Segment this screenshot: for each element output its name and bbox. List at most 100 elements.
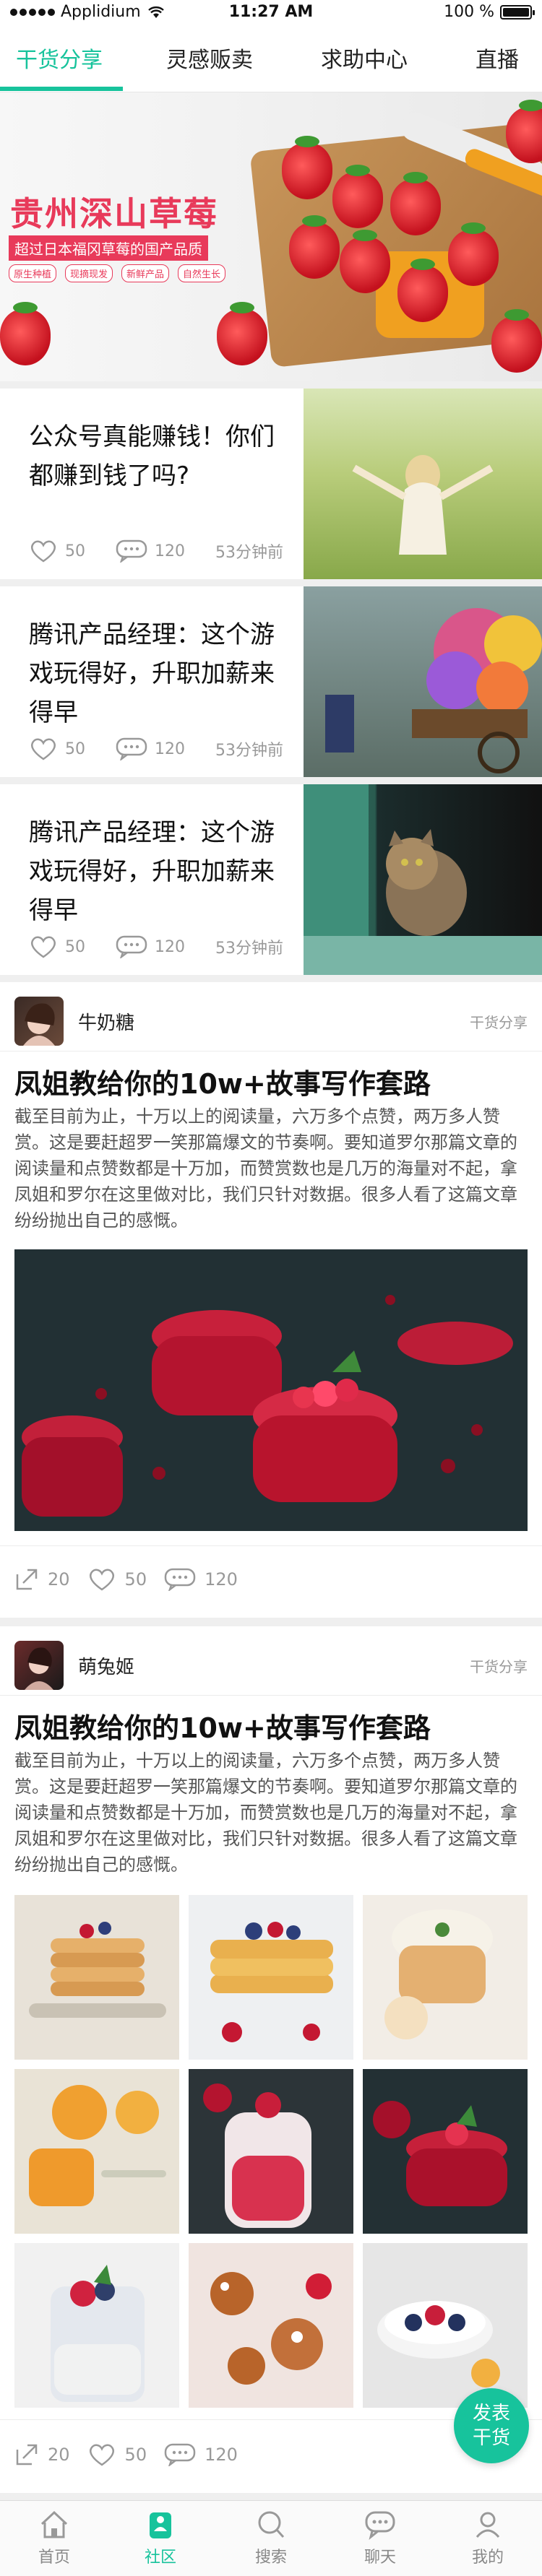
tabbar-label: 社区 <box>144 2549 176 2567</box>
grid-image[interactable] <box>14 2069 179 2234</box>
heart-icon[interactable] <box>29 737 58 761</box>
active-tab-indicator <box>0 87 123 91</box>
tabbar-label: 聊天 <box>364 2549 396 2567</box>
tabbar-me[interactable]: 我的 <box>444 2508 531 2567</box>
tabbar-home[interactable]: 首页 <box>11 2508 98 2567</box>
tab-ganhuo[interactable]: 干货分享 <box>16 42 103 74</box>
news-thumbnail <box>304 784 542 975</box>
like-count: 50 <box>65 740 85 758</box>
chat-icon <box>365 2511 395 2540</box>
news-title: 公众号真能赚钱！你们都赚到钱了吗? <box>29 422 275 490</box>
banner-subtitle: 超过日本福冈草莓的国产品质 <box>9 235 208 261</box>
post-image[interactable] <box>14 1249 528 1531</box>
fab-line-2: 干货 <box>472 2427 510 2449</box>
strawberry-graphic <box>397 259 448 322</box>
grid-image[interactable] <box>363 1895 528 2060</box>
grid-image[interactable] <box>189 1895 353 2060</box>
promo-banner[interactable]: 贵州深山草莓 超过日本福冈草莓的国产品质 原生种植 现摘现发 新鲜产品 自然生长 <box>0 92 542 381</box>
comment-count: 120 <box>155 740 185 758</box>
tabbar-label: 搜索 <box>254 2549 287 2567</box>
like-count: 50 <box>65 542 85 560</box>
comment-count: 120 <box>155 542 185 560</box>
top-tabs: 干货分享 灵感贩卖 求助中心 直播 <box>0 26 542 92</box>
news-item[interactable]: 腾讯产品经理：这个游戏玩得好，升职加薪来得早 50 120 53分钟前 <box>0 784 542 975</box>
news-time: 53分钟前 <box>215 742 283 760</box>
share-icon[interactable] <box>14 1567 39 1592</box>
grid-image[interactable] <box>189 2243 353 2408</box>
avatar[interactable] <box>14 1641 64 1690</box>
comment-icon[interactable] <box>116 539 147 563</box>
home-icon <box>40 2510 68 2538</box>
heart-icon[interactable] <box>87 2442 116 2467</box>
news-meta: 50 120 53分钟前 <box>29 934 283 959</box>
news-thumbnail <box>304 389 542 579</box>
share-count: 20 <box>48 2445 70 2465</box>
tab-linggan[interactable]: 灵感贩卖 <box>166 42 253 74</box>
banner-chip: 新鲜产品 <box>121 264 170 282</box>
news-time: 53分钟前 <box>215 544 283 562</box>
post-actions: 20 50 120 <box>14 2442 238 2467</box>
divider <box>0 1545 542 1546</box>
comment-count: 120 <box>205 1569 238 1590</box>
comment-icon[interactable] <box>164 1568 196 1591</box>
news-title: 腾讯产品经理：这个游戏玩得好，升职加薪来得早 <box>29 620 275 727</box>
tab-zhibo[interactable]: 直播 <box>476 42 519 74</box>
banner-chip: 自然生长 <box>178 264 226 282</box>
avatar[interactable] <box>14 997 64 1046</box>
news-item[interactable]: 公众号真能赚钱！你们都赚到钱了吗? 50 120 53分钟前 <box>0 389 542 579</box>
post-header: 牛奶糖 干货分享 <box>0 982 542 1051</box>
tabbar-community[interactable]: 社区 <box>117 2508 204 2567</box>
strawberry-graphic <box>0 302 51 365</box>
grid-image[interactable] <box>14 1895 179 2060</box>
strawberry-graphic <box>289 215 340 279</box>
banner-chip: 现摘现发 <box>65 264 113 282</box>
grid-image[interactable] <box>189 2069 353 2234</box>
news-title: 腾讯产品经理：这个游戏玩得好，升职加薪来得早 <box>29 818 275 925</box>
strawberry-graphic <box>491 309 542 373</box>
strawberry-graphic <box>332 165 383 228</box>
post-new-fab[interactable]: 发表 干货 <box>454 2388 529 2463</box>
post-image-grid <box>14 1895 528 2408</box>
strawberry-graphic <box>448 222 499 286</box>
banner-title: 贵州深山草莓 <box>10 194 218 233</box>
search-icon <box>258 2511 285 2538</box>
comment-icon[interactable] <box>116 737 147 760</box>
post-card[interactable]: 萌兔姬 干货分享 凤姐教给你的10w+故事写作套路 截至目前为止，十万以上的阅读… <box>0 1626 542 2493</box>
strawberry-graphic <box>390 172 441 235</box>
post-category: 干货分享 <box>470 1658 528 1675</box>
tabbar-search[interactable]: 搜索 <box>228 2508 314 2567</box>
post-category: 干货分享 <box>470 1014 528 1031</box>
like-count: 50 <box>124 1569 147 1590</box>
fab-line-1: 发表 <box>472 2403 510 2424</box>
tab-qiuzhu[interactable]: 求助中心 <box>321 42 408 74</box>
news-item[interactable]: 腾讯产品经理：这个游戏玩得好，升职加薪来得早 50 120 53分钟前 <box>0 586 542 777</box>
tabbar-label: 首页 <box>38 2549 70 2567</box>
heart-icon[interactable] <box>29 934 58 959</box>
banner-chips: 原生种植 现摘现发 新鲜产品 自然生长 <box>9 264 226 282</box>
post-card[interactable]: 牛奶糖 干货分享 凤姐教给你的10w+故事写作套路 截至目前为止，十万以上的阅读… <box>0 982 542 1618</box>
post-title[interactable]: 凤姐教给你的10w+故事写作套路 <box>14 1062 431 1101</box>
like-count: 50 <box>65 937 85 956</box>
grid-image[interactable] <box>14 2243 179 2408</box>
news-time: 53分钟前 <box>215 940 283 958</box>
comment-icon[interactable] <box>116 935 147 958</box>
post-header: 萌兔姬 干货分享 <box>0 1626 542 1696</box>
author-name[interactable]: 萌兔姬 <box>78 1652 134 1679</box>
heart-icon[interactable] <box>87 1567 116 1592</box>
tabbar-chat[interactable]: 聊天 <box>337 2508 423 2567</box>
battery-text: 100 % <box>444 3 494 21</box>
comment-count: 120 <box>155 937 185 956</box>
comment-count: 120 <box>205 2445 238 2465</box>
post-body: 截至目前为止，十万以上的阅读量，六万多个点赞，两万多人赞赏。这是要赶超罗一笑那篇… <box>14 1106 517 1231</box>
news-thumbnail <box>304 586 542 777</box>
post-title[interactable]: 凤姐教给你的10w+故事写作套路 <box>14 1706 431 1745</box>
strawberry-graphic <box>340 230 390 293</box>
grid-image[interactable] <box>363 2069 528 2234</box>
status-bar: Applidium 11:27 AM 100 % <box>0 0 542 26</box>
community-icon <box>150 2512 171 2538</box>
comment-icon[interactable] <box>164 2443 196 2466</box>
share-icon[interactable] <box>14 2442 39 2467</box>
grid-image[interactable] <box>363 2243 528 2408</box>
heart-icon[interactable] <box>29 539 58 563</box>
author-name[interactable]: 牛奶糖 <box>78 1008 134 1035</box>
